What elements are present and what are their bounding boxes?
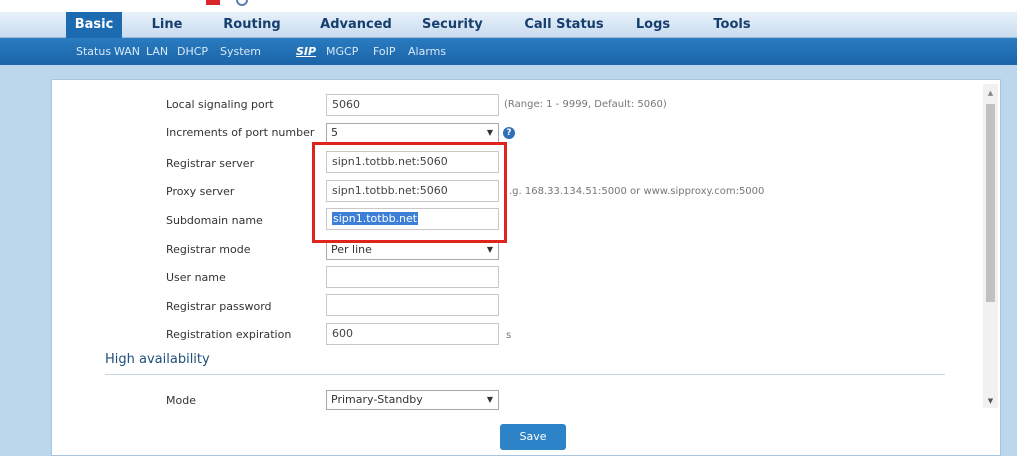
chevron-down-icon: ▼ <box>486 128 493 137</box>
registrar-password-input[interactable] <box>326 294 499 316</box>
registrar-mode-value: Per line <box>331 243 372 256</box>
increments-value: 5 <box>331 126 338 139</box>
user-name-input[interactable] <box>326 266 499 288</box>
registrar-mode-select[interactable]: Per line ▼ <box>326 240 499 260</box>
subtab-lan[interactable]: LAN <box>146 38 168 65</box>
high-availability-title: High availability <box>105 352 210 367</box>
user-name-label: User name <box>166 271 226 284</box>
scroll-thumb[interactable] <box>986 104 995 302</box>
mode-select[interactable]: Primary-Standby ▼ <box>326 390 499 410</box>
main-nav: Basic Line Routing Advanced Security Cal… <box>0 12 1017 38</box>
tab-call-status[interactable]: Call Status <box>520 12 608 38</box>
registrar-mode-label: Registrar mode <box>166 243 251 256</box>
subtab-dhcp[interactable]: DHCP <box>177 38 208 65</box>
tab-logs[interactable]: Logs <box>633 12 673 38</box>
content-frame <box>0 65 1017 456</box>
tab-basic[interactable]: Basic <box>66 12 122 38</box>
increments-label: Increments of port number <box>166 126 315 139</box>
logo-circle-icon <box>236 0 248 6</box>
scroll-up-icon[interactable]: ▲ <box>983 88 998 98</box>
help-icon[interactable]: ? <box>503 127 515 139</box>
local-port-input[interactable]: 5060 <box>326 94 499 116</box>
tab-tools[interactable]: Tools <box>709 12 755 38</box>
registrar-server-label: Registrar server <box>166 157 255 170</box>
chevron-down-icon: ▼ <box>486 245 493 254</box>
registrar-password-label: Registrar password <box>166 300 272 313</box>
local-port-label: Local signaling port <box>166 98 274 111</box>
subtab-alarms[interactable]: Alarms <box>408 38 446 65</box>
mode-label: Mode <box>166 394 196 407</box>
sub-nav: Status WAN LAN DHCP System SIP MGCP FoIP… <box>0 38 1017 65</box>
tab-advanced[interactable]: Advanced <box>318 12 394 38</box>
local-port-hint: (Range: 1 - 9999, Default: 5060) <box>504 99 667 110</box>
subtab-foip[interactable]: FoIP <box>373 38 396 65</box>
mode-value: Primary-Standby <box>331 393 423 406</box>
subtab-sip[interactable]: SIP <box>296 38 316 65</box>
subdomain-label: Subdomain name <box>166 214 263 227</box>
scrollbar[interactable]: ▲ ▼ <box>983 84 998 408</box>
section-divider <box>105 374 945 375</box>
registration-expiration-unit: s <box>506 330 512 341</box>
scroll-down-icon[interactable]: ▼ <box>983 396 998 406</box>
subtab-system[interactable]: System <box>220 38 261 65</box>
registration-expiration-input[interactable]: 600 <box>326 323 499 345</box>
subtab-mgcp[interactable]: MGCP <box>326 38 358 65</box>
logo-mark <box>206 0 220 5</box>
tab-line[interactable]: Line <box>148 12 186 38</box>
top-strip <box>0 0 1017 12</box>
proxy-server-label: Proxy server <box>166 185 235 198</box>
save-button[interactable]: Save <box>500 424 566 450</box>
tab-security[interactable]: Security <box>422 12 483 38</box>
highlight-box <box>312 142 507 243</box>
chevron-down-icon: ▼ <box>486 395 493 404</box>
tab-routing[interactable]: Routing <box>219 12 285 38</box>
registration-expiration-label: Registration expiration <box>166 328 292 341</box>
subtab-wan[interactable]: WAN <box>114 38 140 65</box>
increments-select[interactable]: 5 ▼ <box>326 123 499 143</box>
subtab-status[interactable]: Status <box>76 38 111 65</box>
proxy-server-hint: .g. 168.33.134.51:5000 or www.sipproxy.c… <box>509 186 765 197</box>
